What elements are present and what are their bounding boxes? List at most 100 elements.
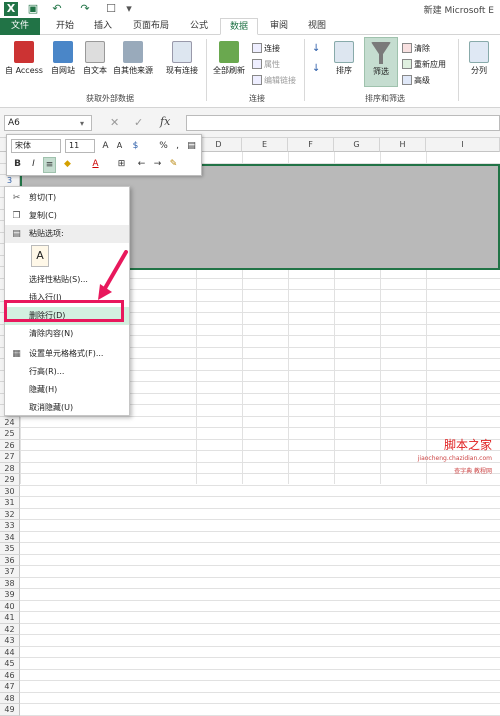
font-size-box[interactable]: 11 (65, 139, 95, 153)
row-header[interactable]: 25 (0, 428, 20, 440)
increase-font-icon[interactable]: A (99, 139, 112, 153)
column-header[interactable]: H (380, 138, 426, 152)
tab-data[interactable]: 数据 (220, 18, 258, 35)
row-header[interactable]: 37 (0, 566, 20, 578)
tab-home[interactable]: 开始 (48, 18, 82, 35)
menu-item-clear-content[interactable]: 清除内容(N) (5, 325, 129, 343)
undo-icon[interactable]: ↶ (50, 2, 64, 16)
redo-icon[interactable]: ↷ (78, 2, 92, 16)
decrease-decimal-icon[interactable]: → (151, 157, 164, 171)
fill-color-icon[interactable]: ◆ (61, 157, 74, 171)
format-painter-icon[interactable]: ▤ (185, 139, 198, 153)
row-header[interactable]: 31 (0, 497, 20, 509)
gridline-row (20, 484, 500, 486)
tab-file[interactable]: 文件 (0, 18, 40, 35)
font-name-box[interactable]: 宋体 (11, 139, 61, 153)
reapply-button[interactable]: 重新应用 (402, 59, 446, 70)
tab-page-layout[interactable]: 页面布局 (124, 18, 178, 35)
edit-links-button[interactable]: 编辑链接 (252, 75, 296, 86)
row-header[interactable]: 34 (0, 531, 20, 543)
formula-input[interactable] (186, 115, 500, 131)
borders-icon[interactable]: ⊞ (115, 157, 128, 171)
paintbrush-icon[interactable]: ✎ (167, 157, 180, 171)
tab-formulas[interactable]: 公式 (182, 18, 216, 35)
cancel-icon[interactable]: ✕ (110, 116, 119, 129)
column-header[interactable]: D (196, 138, 242, 152)
touch-mode-icon[interactable]: ☐ (104, 2, 118, 16)
comma-style-icon[interactable]: , (171, 139, 184, 153)
name-box-dropdown-icon[interactable]: ▾ (80, 119, 84, 128)
row-header[interactable]: 42 (0, 623, 20, 635)
row-header[interactable]: 46 (0, 669, 20, 681)
accounting-format-icon[interactable]: $ (129, 139, 142, 153)
percent-icon[interactable]: % (157, 139, 170, 153)
sort-button[interactable]: 排序 (328, 41, 360, 76)
row-header[interactable]: 3 (0, 175, 20, 187)
gridline-row (20, 657, 500, 658)
tab-view[interactable]: 视图 (300, 18, 334, 35)
column-header[interactable]: F (288, 138, 334, 152)
row-header[interactable]: 30 (0, 485, 20, 497)
gridline-row (20, 530, 500, 532)
tab-insert[interactable]: 插入 (86, 18, 120, 35)
row-header[interactable]: 28 (0, 462, 20, 474)
advanced-button[interactable]: 高级 (402, 75, 430, 86)
menu-item-unhide[interactable]: 取消隐藏(U) (5, 399, 129, 417)
paste-icon[interactable]: A (31, 245, 49, 267)
menu-item-format-cells[interactable]: ▦ 设置单元格格式(F)... (5, 345, 129, 363)
menu-item-row-height[interactable]: 行高(R)... (5, 363, 129, 381)
name-box[interactable]: A6 (4, 115, 92, 131)
bold-icon[interactable]: B (11, 157, 24, 171)
menu-item-hide[interactable]: 隐藏(H) (5, 381, 129, 399)
column-header[interactable]: E (242, 138, 288, 152)
existing-connections-button[interactable]: 现有连接 (162, 41, 202, 76)
from-text-button[interactable]: 自文本 (80, 41, 110, 76)
italic-icon[interactable]: I (27, 157, 40, 171)
row-header[interactable]: 49 (0, 704, 20, 716)
row-header[interactable]: 33 (0, 520, 20, 532)
from-web-button[interactable]: 自网站 (46, 41, 80, 76)
row-header[interactable]: 32 (0, 508, 20, 520)
menu-item-copy[interactable]: ❐ 复制(C) (5, 207, 129, 225)
increase-decimal-icon[interactable]: ← (135, 157, 148, 171)
row-header[interactable]: 27 (0, 451, 20, 463)
refresh-all-button[interactable]: 全部刷新 (210, 41, 248, 76)
tab-review[interactable]: 审阅 (262, 18, 296, 35)
row-header[interactable]: 24 (0, 416, 20, 428)
row-header[interactable]: 45 (0, 658, 20, 670)
gridline-row (20, 714, 500, 716)
sort-za-icon[interactable]: ↓ (312, 63, 320, 74)
row-header[interactable]: 48 (0, 692, 20, 704)
enter-icon[interactable]: ✓ (134, 116, 143, 129)
from-other-sources-button[interactable]: 自其他来源 (110, 41, 156, 76)
save-icon[interactable]: ▣ (26, 2, 40, 16)
decrease-font-icon[interactable]: A (113, 139, 126, 153)
watermark-sub: 查字典 教程网 (454, 468, 492, 475)
row-header[interactable]: 44 (0, 646, 20, 658)
properties-button[interactable]: 属性 (252, 59, 280, 70)
row-header[interactable]: 26 (0, 439, 20, 451)
clear-button[interactable]: 清除 (402, 43, 430, 54)
insert-function-button[interactable]: fx (160, 115, 170, 128)
row-header[interactable]: 43 (0, 635, 20, 647)
column-header[interactable]: G (334, 138, 380, 152)
filter-button[interactable]: 筛选 (364, 37, 398, 87)
from-access-button[interactable]: 自 Access (2, 41, 46, 76)
sort-az-icon[interactable]: ↓ (312, 43, 320, 54)
gridline-row (20, 507, 500, 509)
text-to-columns-button[interactable]: 分列 (462, 41, 496, 76)
column-header[interactable]: I (426, 138, 500, 152)
row-header[interactable]: 41 (0, 612, 20, 624)
row-header[interactable]: 38 (0, 577, 20, 589)
connections-button[interactable]: 连接 (252, 43, 280, 54)
customize-qat-icon[interactable]: ▾ (122, 2, 136, 16)
center-align-icon[interactable]: ≡ (43, 157, 56, 173)
row-header[interactable]: 39 (0, 589, 20, 601)
menu-item-cut[interactable]: ✂ 剪切(T) (5, 189, 129, 207)
gridline-row (20, 611, 500, 612)
row-header[interactable]: 36 (0, 554, 20, 566)
row-header[interactable]: 40 (0, 600, 20, 612)
row-header[interactable]: 35 (0, 543, 20, 555)
font-color-icon[interactable]: A (89, 157, 102, 171)
row-header[interactable]: 47 (0, 681, 20, 693)
